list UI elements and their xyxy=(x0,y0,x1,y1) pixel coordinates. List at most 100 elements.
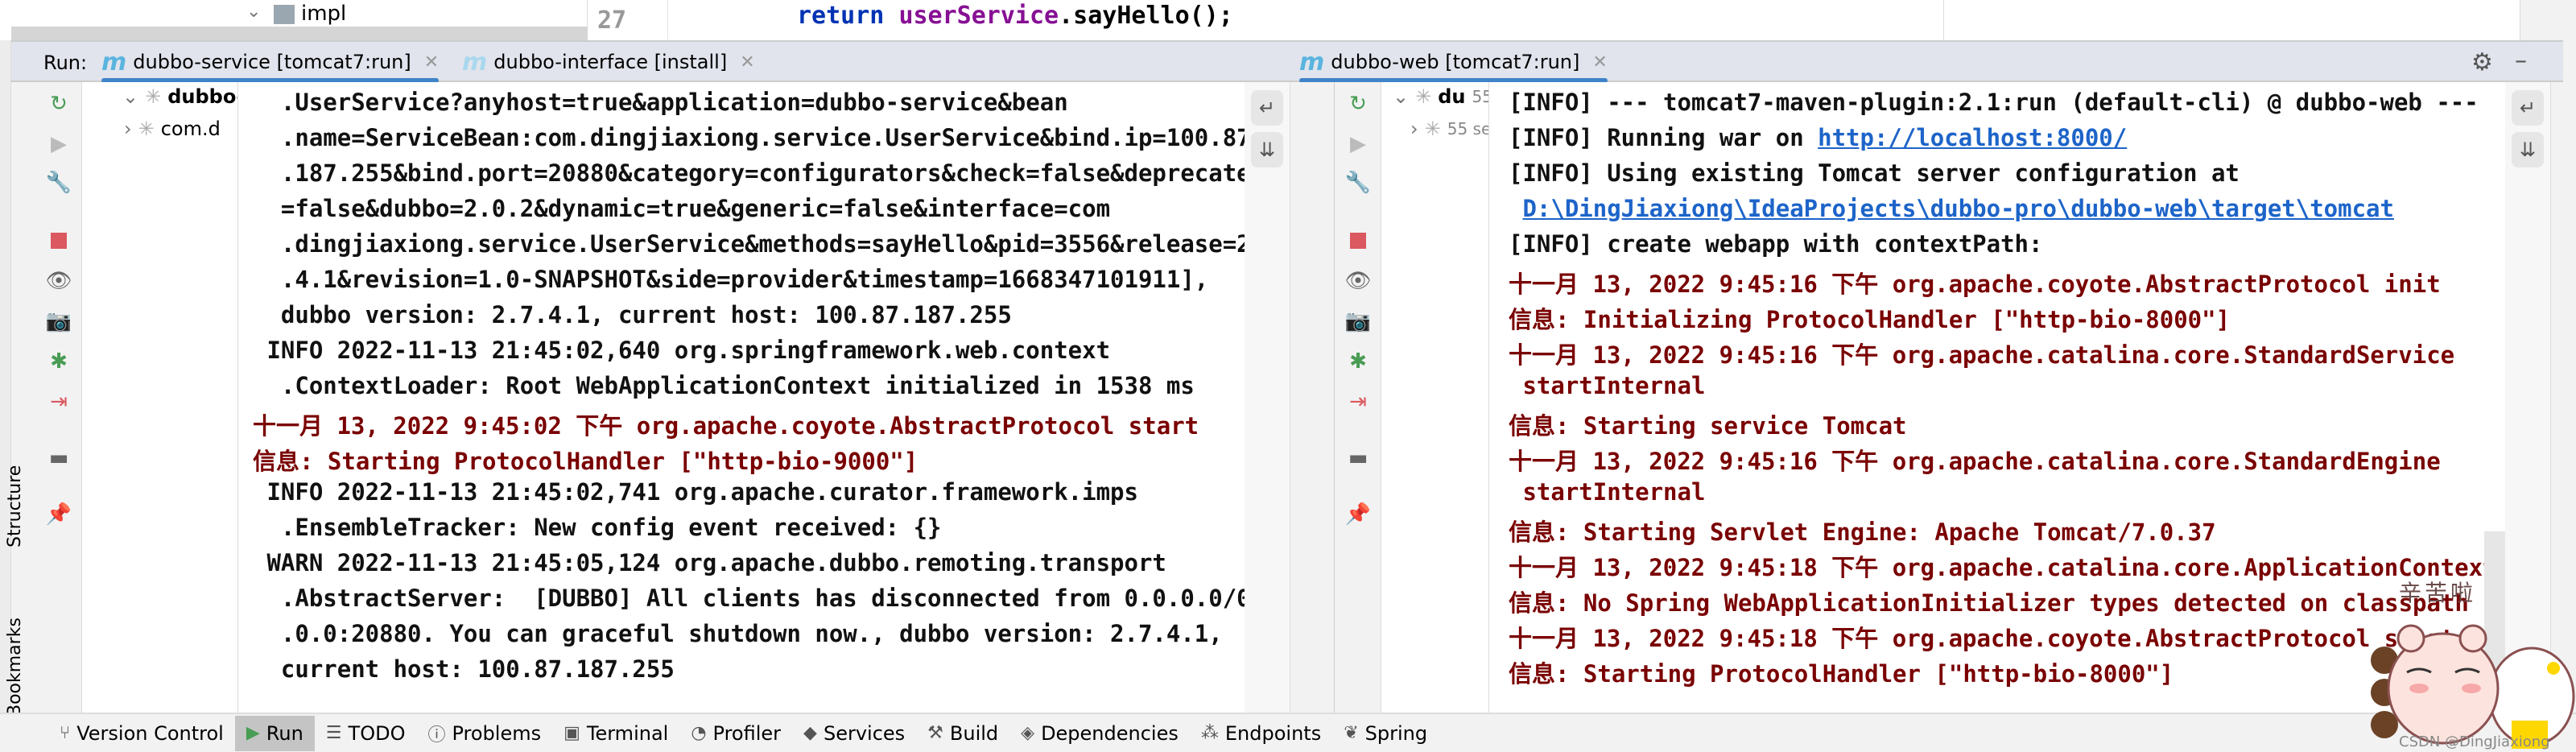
panel-divider[interactable] xyxy=(1290,82,1335,713)
eye-icon[interactable]: 👁 xyxy=(1344,267,1372,295)
layout-icon[interactable]: ▬ xyxy=(1344,444,1372,472)
tab-dubbo-web[interactable]: m dubbo-web [tomcat7:run] ✕ xyxy=(1299,42,1608,83)
rerun-failed-icon[interactable]: ▶ xyxy=(45,130,72,158)
console-link[interactable]: D:\DingJiaxiong\IdeaProjects\dubbo-pro\d… xyxy=(1522,195,2394,222)
tool-window-version-control[interactable]: ⑂ Version Control xyxy=(48,716,235,751)
tree-item-dubbo-service[interactable]: ⌄ ✳dubbo-s xyxy=(122,85,237,108)
console-line: =false&dubbo=2.0.2&dynamic=true&generic=… xyxy=(253,195,1245,230)
wrench-icon[interactable]: 🔧 xyxy=(1344,169,1372,196)
stop-icon[interactable] xyxy=(1344,227,1372,254)
console-line: 信息: Initializing ProtocolHandler ["http-… xyxy=(1509,301,2505,337)
code-line[interactable]: return userService.sayHello(); xyxy=(797,2,1233,30)
tool-window-todo[interactable]: ☰ TODO xyxy=(315,716,417,751)
camera-icon[interactable]: 📷 xyxy=(45,308,72,335)
chevron-right-icon: › xyxy=(124,118,132,140)
minimize-icon[interactable]: – xyxy=(2515,47,2527,75)
left-console-output[interactable]: .UserService?anyhost=true&application=du… xyxy=(238,82,1245,713)
tree-item-dubbo-web[interactable]: ⌄✳ du 55 sec xyxy=(1393,85,1488,108)
pin-icon[interactable]: 📌 xyxy=(1344,501,1372,528)
console-text: startInternal xyxy=(1509,478,1706,506)
tool-window-terminal[interactable]: ▣ Terminal xyxy=(552,716,679,751)
tool-window-profiler[interactable]: ◔ Profiler xyxy=(679,716,792,751)
project-tree[interactable]: ⌄ impl xyxy=(0,0,588,40)
selected-tree-row[interactable] xyxy=(11,27,588,40)
console-text: startInternal xyxy=(1509,372,1706,399)
tool-window-spring[interactable]: ❦ Spring xyxy=(1332,716,1439,751)
sticker-image: 辛苦啦 CSDN @DingJiaxiong xyxy=(2367,576,2576,752)
tab-dubbo-service[interactable]: m dubbo-service [tomcat7:run] ✕ xyxy=(101,42,440,83)
console-text: 十一月 13, 2022 9:45:18 下午 org.apache.catal… xyxy=(1509,554,2505,581)
rerun-icon[interactable]: ↻ xyxy=(45,90,72,118)
wrench-icon[interactable]: 🔧 xyxy=(45,169,72,196)
rerun-icon[interactable]: ↻ xyxy=(1344,90,1372,118)
chevron-down-icon[interactable]: ⌄ xyxy=(246,2,261,22)
scroll-to-end-icon[interactable]: ⇊ xyxy=(2512,132,2544,167)
stop-icon[interactable] xyxy=(45,227,72,254)
right-console-output[interactable]: [INFO] --- tomcat7-maven-plugin:2.1:run … xyxy=(1489,82,2505,713)
console-line: .4.1&revision=1.0-SNAPSHOT&side=provider… xyxy=(253,266,1245,301)
console-text: WARN 2022-11-13 21:45:05,124 org.apache.… xyxy=(253,549,1166,576)
tool-window-bar: ⑂ Version Control ▶ Run ☰ TODO ⓘ Problems ▣ Termi… xyxy=(0,713,2576,752)
console-text: INFO 2022-11-13 21:45:02,741 org.apache.… xyxy=(253,478,1138,506)
maven-icon: m xyxy=(462,48,488,76)
layout-icon[interactable]: ▬ xyxy=(45,444,72,472)
debug-icon[interactable]: ✱ xyxy=(45,348,72,375)
tool-window-label: Build xyxy=(949,721,999,745)
debug-icon[interactable]: ✱ xyxy=(1344,348,1372,375)
bookmarks-tab[interactable]: Bookmarks xyxy=(5,618,25,717)
console-line: [INFO] Using existing Tomcat server conf… xyxy=(1509,159,2505,195)
problems-icon: ⓘ xyxy=(427,725,446,746)
elapsed-time: 55 sec xyxy=(1472,87,1488,106)
tree-item-com[interactable]: › ✳ com.d xyxy=(124,118,221,140)
tool-window-label: TODO xyxy=(348,721,406,745)
soft-wrap-icon[interactable]: ↵ xyxy=(1251,90,1283,126)
structure-tab[interactable]: Structure xyxy=(5,465,25,547)
console-text: INFO 2022-11-13 21:45:02,640 org.springf… xyxy=(253,337,1111,364)
soft-wrap-icon[interactable]: ↵ xyxy=(2512,90,2544,126)
console-line: WARN 2022-11-13 21:45:05,124 org.apache.… xyxy=(253,549,1245,585)
console-text: [INFO] Using existing Tomcat server conf… xyxy=(1509,159,2240,187)
rerun-failed-icon[interactable]: ▶ xyxy=(1344,130,1372,158)
dependencies-icon: ◈ xyxy=(1021,723,1035,743)
tool-window-services[interactable]: ◆ Services xyxy=(792,716,916,751)
console-line: D:\DingJiaxiong\IdeaProjects\dubbo-pro\d… xyxy=(1509,195,2505,230)
tree-item-impl[interactable]: impl xyxy=(301,2,346,26)
console-text: .4.1&revision=1.0-SNAPSHOT&side=provider… xyxy=(253,266,1209,293)
close-icon[interactable]: ✕ xyxy=(1592,52,1607,72)
tool-window-problems[interactable]: ⓘ Problems xyxy=(416,716,552,751)
console-link[interactable]: http://localhost:8000/ xyxy=(1818,124,2127,151)
tab-dubbo-interface[interactable]: m dubbo-interface [install] ✕ xyxy=(462,42,755,82)
tool-window-label: Dependencies xyxy=(1041,721,1179,745)
pin-icon[interactable]: 📌 xyxy=(45,501,72,528)
close-icon[interactable]: ✕ xyxy=(740,52,754,72)
services-icon: ◆ xyxy=(803,723,817,743)
console-text: 信息: Starting ProtocolHandler ["http-bio-… xyxy=(1509,660,2174,688)
close-icon[interactable]: ✕ xyxy=(424,52,439,72)
code-rest: .sayHello(); xyxy=(1059,2,1233,30)
profiler-icon: ◔ xyxy=(691,723,707,743)
scrollbar[interactable] xyxy=(2520,0,2576,40)
bear-sticker-icon xyxy=(2371,624,2575,749)
tree-item-child[interactable]: › ✳ 55 sec xyxy=(1410,118,1488,140)
import-icon[interactable]: ⇥ xyxy=(1344,388,1372,415)
console-line: 十一月 13, 2022 9:45:16 下午 org.apache.catal… xyxy=(1509,443,2505,478)
tool-window-dependencies[interactable]: ◈ Dependencies xyxy=(1009,716,1190,751)
terminal-icon: ▣ xyxy=(564,723,580,743)
tool-window-run[interactable]: ▶ Run xyxy=(234,715,315,751)
console-text: =false&dubbo=2.0.2&dynamic=true&generic=… xyxy=(253,195,1111,222)
console-text: current host: 100.87.187.255 xyxy=(253,655,675,683)
right-run-tree: ⌄✳du55 sec ›✳55 sec xyxy=(1381,82,1489,713)
console-line: .name=ServiceBean:com.dingjiaxiong.servi… xyxy=(253,124,1245,159)
maven-icon: m xyxy=(101,48,127,76)
import-icon[interactable]: ⇥ xyxy=(45,388,72,415)
gear-icon[interactable]: ⚙ xyxy=(2471,48,2493,76)
console-line: 十一月 13, 2022 9:45:18 下午 org.apache.catal… xyxy=(1509,549,2505,585)
chevron-right-icon: › xyxy=(1410,118,1418,140)
console-text: dubbo version: 2.7.4.1, current host: 10… xyxy=(253,301,1012,328)
tool-window-build[interactable]: ⚒ Build xyxy=(916,716,1009,751)
console-text: 十一月 13, 2022 9:45:16 下午 org.apache.coyot… xyxy=(1509,271,2441,298)
tool-window-endpoints[interactable]: ⁂ Endpoints xyxy=(1190,716,1332,751)
scroll-to-end-icon[interactable]: ⇊ xyxy=(1251,132,1283,167)
camera-icon[interactable]: 📷 xyxy=(1344,308,1372,335)
eye-icon[interactable]: 👁 xyxy=(45,267,72,295)
